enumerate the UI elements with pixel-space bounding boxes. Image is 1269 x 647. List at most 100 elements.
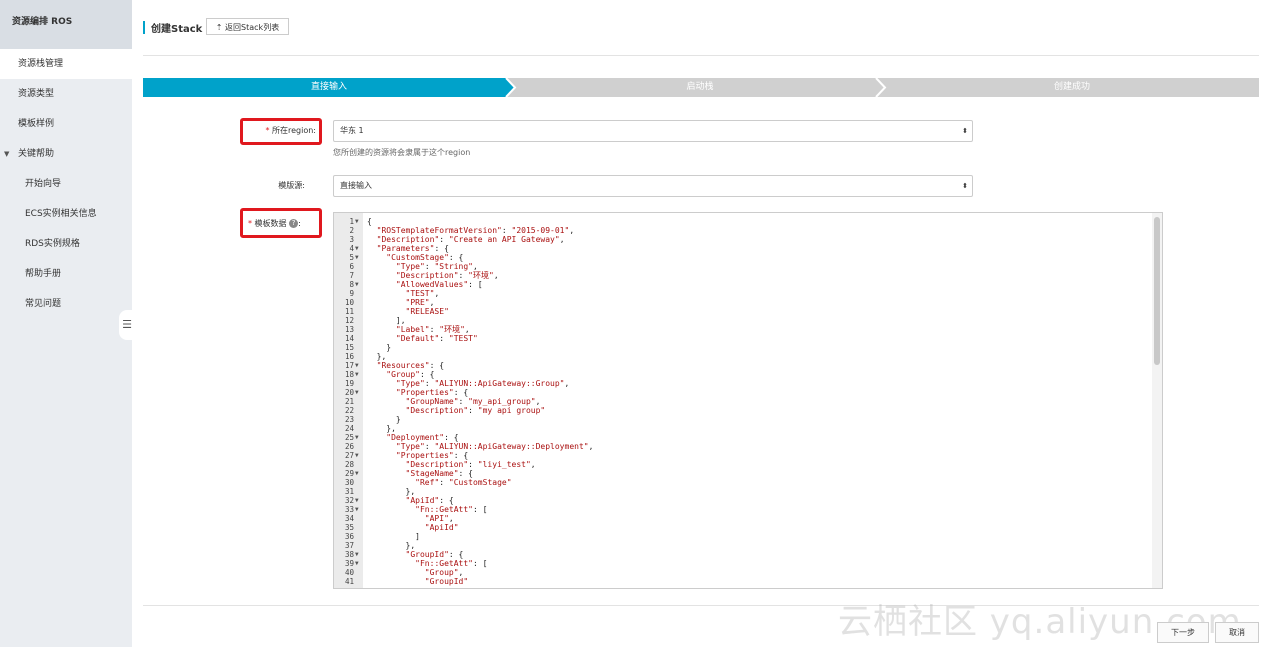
code-line: 31 }, (334, 487, 1162, 496)
line-number: 35 (344, 523, 354, 532)
code-text: "Group", (424, 568, 464, 577)
sidebar-item-resource-types[interactable]: 资源类型 (0, 79, 132, 109)
fold-toggle-icon[interactable]: ▼ (355, 388, 359, 397)
code-line: 39 ▼ "Fn::GetAtt": [ (334, 559, 1162, 568)
code-text: "Label": "环境", (395, 325, 470, 334)
sidebar-item-help-manual[interactable]: 帮助手册 (0, 259, 132, 289)
code-line: 4 ▼ "Parameters": { (334, 244, 1162, 253)
code-line: 34 "API", (334, 514, 1162, 523)
code-line: 30 "Ref": "CustomStage" (334, 478, 1162, 487)
editor-scroll-thumb[interactable] (1154, 217, 1160, 365)
line-number: 25 (344, 433, 354, 442)
line-number: 32 (344, 496, 354, 505)
code-line: 33 ▼ "Fn::GetAtt": [ (334, 505, 1162, 514)
region-label: * 所在region: (244, 125, 316, 136)
line-number: 40 (344, 568, 354, 577)
code-line: 22 "Description": "my api group" (334, 406, 1162, 415)
fold-toggle-icon[interactable]: ▼ (355, 280, 359, 289)
fold-toggle-icon[interactable]: ▼ (355, 496, 359, 505)
sidebar-collapse-icon[interactable]: ☰ (119, 310, 135, 340)
code-text: "AllowedValues": [ (395, 280, 483, 289)
region-hint: 您所创建的资源将会隶属于这个region (333, 148, 471, 157)
code-text: } (367, 343, 392, 352)
code-line: 36 ] (334, 532, 1162, 541)
fold-toggle-icon[interactable]: ▼ (355, 505, 359, 514)
fold-toggle-icon[interactable]: ▼ (355, 244, 359, 253)
code-text: "TEST", (405, 289, 440, 298)
next-step-button[interactable]: 下一步 (1157, 622, 1209, 643)
sidebar-item-template-samples[interactable]: 模板样例 (0, 109, 132, 139)
code-text: "RELEASE" (405, 307, 449, 316)
line-number: 29 (344, 469, 354, 478)
editor-lines: 1 ▼{2 "ROSTemplateFormatVersion": "2015-0… (334, 217, 1162, 586)
sidebar-item-rds-specs[interactable]: RDS实例规格 (0, 229, 132, 259)
code-line: 25 ▼ "Deployment": { (334, 433, 1162, 442)
code-text: "Parameters": { (376, 244, 449, 253)
code-text: "Default": "TEST" (395, 334, 478, 343)
code-line: 40 "Group", (334, 568, 1162, 577)
code-text: "GroupId" (424, 577, 469, 586)
code-text: "Description": "liyi_test", (405, 460, 536, 469)
sidebar-item-stack-management[interactable]: 资源栈管理 (0, 49, 132, 79)
line-number: 9 (349, 289, 354, 298)
step-2-label: 启动栈 (686, 82, 714, 92)
code-text: "Properties": { (395, 388, 469, 397)
sidebar-item-ecs-info[interactable]: ECS实例相关信息 (0, 199, 132, 229)
line-number: 20 (344, 388, 354, 397)
fold-toggle-icon[interactable]: ▼ (355, 469, 359, 478)
sidebar-group-key-help[interactable]: ▼ 关键帮助 (0, 139, 132, 169)
template-code-editor[interactable]: 1 ▼{2 "ROSTemplateFormatVersion": "2015-0… (333, 212, 1163, 589)
code-text: "Description": "Create an API Gateway", (376, 235, 565, 244)
code-line: 37 }, (334, 541, 1162, 550)
line-number: 23 (344, 415, 354, 424)
template-data-label-text: 模板数据 (254, 219, 287, 228)
line-number: 19 (344, 379, 354, 388)
fold-toggle-icon[interactable]: ▼ (355, 550, 359, 559)
line-number: 27 (344, 451, 354, 460)
help-icon[interactable]: ? (289, 219, 299, 228)
fold-toggle-icon[interactable]: ▼ (355, 253, 359, 262)
editor-scrollbar[interactable] (1152, 213, 1162, 588)
code-text: "Ref": "CustomStage" (415, 478, 512, 487)
code-text: } (367, 415, 401, 424)
back-to-stack-list-button[interactable]: ⇡ 返回Stack列表 (206, 18, 289, 35)
code-text: "GroupId": { (405, 550, 464, 559)
region-select-value: 华东 1 (340, 126, 364, 135)
sidebar-item-faq[interactable]: 常见问题 (0, 289, 132, 319)
template-source-select[interactable]: 直接输入 ⬍ (333, 175, 973, 197)
line-number: 41 (344, 577, 354, 586)
line-number: 8 (349, 280, 354, 289)
sidebar-item-getting-started[interactable]: 开始向导 (0, 169, 132, 199)
fold-toggle-icon[interactable]: ▼ (355, 217, 359, 226)
code-line: 5 ▼ "CustomStage": { (334, 253, 1162, 262)
caret-down-icon: ▼ (4, 150, 10, 158)
code-line: 38 ▼ "GroupId": { (334, 550, 1162, 559)
fold-toggle-icon[interactable]: ▼ (355, 559, 359, 568)
line-number: 12 (344, 316, 354, 325)
line-number: 31 (344, 487, 354, 496)
step-1-label: 直接输入 (310, 82, 347, 92)
fold-toggle-icon[interactable]: ▼ (355, 451, 359, 460)
line-number: 18 (344, 370, 354, 379)
code-text: }, (367, 541, 416, 550)
code-text: "CustomStage": { (386, 253, 464, 262)
code-text: "Fn::GetAtt": [ (415, 505, 488, 514)
code-line: 28 "Description": "liyi_test", (334, 460, 1162, 469)
fold-toggle-icon[interactable]: ▼ (355, 433, 359, 442)
region-select[interactable]: 华东 1 ⬍ (333, 120, 973, 142)
code-line: 21 "GroupName": "my_api_group", (334, 397, 1162, 406)
code-line: 17 ▼ "Resources": { (334, 361, 1162, 370)
code-line: 41 "GroupId" (334, 577, 1162, 586)
code-line: 20 ▼ "Properties": { (334, 388, 1162, 397)
select-arrows-icon: ⬍ (962, 127, 968, 135)
fold-toggle-icon[interactable]: ▼ (355, 370, 359, 379)
line-number: 15 (344, 343, 354, 352)
code-text: "Resources": { (376, 361, 445, 370)
fold-toggle-icon[interactable]: ▼ (355, 361, 359, 370)
code-line: 8 ▼ "AllowedValues": [ (334, 280, 1162, 289)
cancel-button[interactable]: 取消 (1215, 622, 1259, 643)
code-text: }, (367, 352, 387, 361)
code-line: 9 "TEST", (334, 289, 1162, 298)
line-number: 21 (344, 397, 354, 406)
line-number: 7 (349, 271, 354, 280)
